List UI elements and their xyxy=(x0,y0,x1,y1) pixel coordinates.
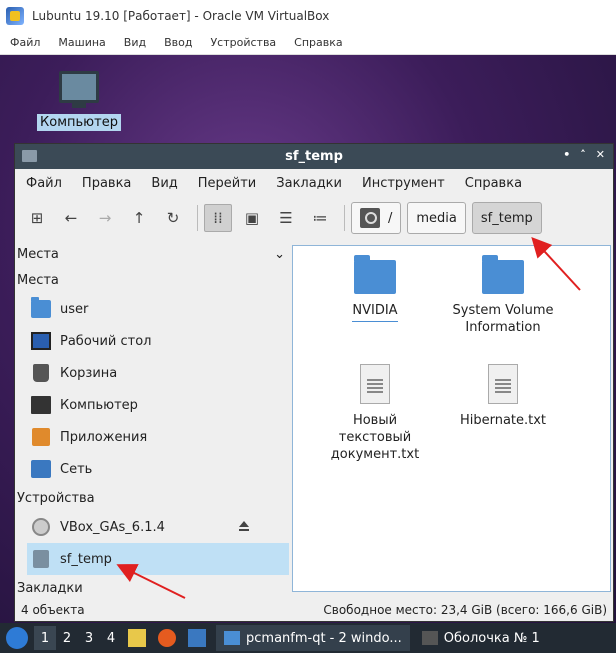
task-pcmanfm[interactable]: pcmanfm-qt - 2 windo... xyxy=(216,625,410,651)
drive-icon xyxy=(33,550,49,568)
sidebar-item-vbox-gas[interactable]: VBox_GAs_6.1.4 xyxy=(15,511,291,543)
host-title-bar: Lubuntu 19.10 [Работает] - Oracle VM Vir… xyxy=(0,0,616,31)
computer-monitor-icon xyxy=(59,71,99,103)
file-manager-window: sf_temp • ˄ ✕ Файл Правка Вид Перейти За… xyxy=(14,143,614,622)
window-menu-bar: Файл Правка Вид Перейти Закладки Инструм… xyxy=(15,169,613,197)
close-icon[interactable]: ✕ xyxy=(596,148,605,161)
desktop-computer-shortcut[interactable]: Компьютер xyxy=(36,71,122,131)
back-arrow-icon[interactable]: ← xyxy=(57,204,85,232)
host-window-title: Lubuntu 19.10 [Работает] - Oracle VM Vir… xyxy=(32,8,330,23)
menu-view[interactable]: Вид xyxy=(151,176,177,191)
file-item[interactable]: NVIDIA xyxy=(305,255,445,322)
window-title: sf_temp xyxy=(285,149,343,164)
menu-bookmarks[interactable]: Закладки xyxy=(276,176,342,191)
window-title-bar[interactable]: sf_temp • ˄ ✕ xyxy=(15,144,613,169)
sidebar-item-computer[interactable]: Компьютер xyxy=(15,389,291,421)
sidebar-item-desktop[interactable]: Рабочий стол xyxy=(15,325,291,357)
minimize-icon[interactable]: • xyxy=(563,148,570,161)
file-name: NVIDIA xyxy=(352,302,398,322)
drive-root-icon xyxy=(360,208,380,228)
file-name: Hibernate.txt xyxy=(459,413,547,428)
text-file-icon xyxy=(488,364,518,404)
section-bookmarks: Закладки xyxy=(17,580,83,596)
file-item[interactable]: Hibernate.txt xyxy=(433,364,573,429)
folder-icon xyxy=(22,150,37,162)
host-menu-help[interactable]: Справка xyxy=(294,36,342,49)
file-name: Новый текстовый документ.txt xyxy=(330,413,420,462)
host-menu-input[interactable]: Ввод xyxy=(164,36,192,49)
host-menu-bar: Файл Машина Вид Ввод Устройства Справка xyxy=(0,31,616,55)
workspace-4[interactable]: 4 xyxy=(100,626,122,650)
status-bar: 4 объекта Свободное место: 23,4 GiB (все… xyxy=(15,599,613,621)
folder-icon xyxy=(482,255,524,294)
menu-file[interactable]: Файл xyxy=(26,176,62,191)
firefox-icon[interactable] xyxy=(158,629,176,647)
section-devices: Устройства xyxy=(17,490,95,506)
chevron-down-icon: ⌄ xyxy=(274,246,285,262)
trash-icon xyxy=(33,364,49,382)
file-name: System Volume Information xyxy=(452,303,554,335)
forward-arrow-icon[interactable]: → xyxy=(91,204,119,232)
section-places: Места xyxy=(17,272,59,288)
maximize-icon[interactable]: ˄ xyxy=(580,148,586,161)
applications-icon xyxy=(32,428,50,446)
network-icon xyxy=(31,460,51,478)
sidebar-mode-select[interactable]: Места ⌄ xyxy=(15,241,291,267)
icon-view-icon[interactable]: ⁞⁞ xyxy=(204,204,232,232)
sidebar-item-network[interactable]: Сеть xyxy=(15,453,291,485)
host-menu-view[interactable]: Вид xyxy=(124,36,146,49)
host-menu-file[interactable]: Файл xyxy=(10,36,40,49)
show-desktop-icon[interactable] xyxy=(188,629,206,647)
sidebar: Места ⌄ Места user Рабочий стол Корзина … xyxy=(15,241,291,601)
computer-icon xyxy=(31,396,51,414)
sidebar-item-sf-temp[interactable]: sf_temp xyxy=(27,543,289,575)
thumbnail-view-icon[interactable]: ▣ xyxy=(238,204,266,232)
host-menu-machine[interactable]: Машина xyxy=(58,36,105,49)
workspace-1[interactable]: 1 xyxy=(34,626,56,650)
cdrom-icon xyxy=(32,518,50,536)
sidebar-item-applications[interactable]: Приложения xyxy=(15,421,291,453)
host-menu-devices[interactable]: Устройства xyxy=(210,36,276,49)
desktop-icon-label: Компьютер xyxy=(37,114,121,131)
item-count: 4 объекта xyxy=(21,603,85,617)
text-file-icon xyxy=(360,364,390,404)
home-folder-icon xyxy=(31,297,51,318)
reload-icon[interactable]: ↻ xyxy=(159,204,187,232)
menu-help[interactable]: Справка xyxy=(465,176,522,191)
folder-icon xyxy=(224,631,240,645)
detailed-list-icon[interactable]: ≔ xyxy=(306,204,334,232)
breadcrumb-media[interactable]: media xyxy=(407,202,466,234)
new-tab-icon[interactable]: ⊞ xyxy=(23,204,51,232)
workspace-3[interactable]: 3 xyxy=(78,626,100,650)
virtualbox-logo-icon xyxy=(6,6,24,25)
menu-tools[interactable]: Инструмент xyxy=(362,176,445,191)
menu-edit[interactable]: Правка xyxy=(82,176,131,191)
toolbar: ⊞ ← → ↑ ↻ ⁞⁞ ▣ ☰ ≔ / media sf_temp xyxy=(15,197,613,239)
sidebar-item-trash[interactable]: Корзина xyxy=(15,357,291,389)
file-manager-launcher-icon[interactable] xyxy=(128,629,146,647)
file-item[interactable]: Новый текстовый документ.txt xyxy=(305,364,445,463)
file-item[interactable]: System Volume Information xyxy=(433,255,573,336)
up-arrow-icon[interactable]: ↑ xyxy=(125,204,153,232)
file-view[interactable]: NVIDIA System Volume Information Новый т… xyxy=(292,245,611,592)
workspace-2[interactable]: 2 xyxy=(56,626,78,650)
compact-view-icon[interactable]: ☰ xyxy=(272,204,300,232)
breadcrumb-root[interactable]: / xyxy=(351,202,402,234)
folder-icon xyxy=(354,255,396,294)
breadcrumb-sf-temp[interactable]: sf_temp xyxy=(471,202,542,234)
free-space: Свободное место: 23,4 GiB (всего: 166,6 … xyxy=(323,603,607,617)
lubuntu-menu-icon[interactable] xyxy=(6,627,28,649)
taskbar: 1 2 3 4 pcmanfm-qt - 2 windo... Оболочка… xyxy=(0,623,616,653)
sidebar-item-user[interactable]: user xyxy=(15,293,291,325)
terminal-icon xyxy=(421,631,438,645)
desktop-icon xyxy=(31,332,51,350)
eject-icon[interactable] xyxy=(239,521,249,531)
menu-go[interactable]: Перейти xyxy=(198,176,257,191)
task-terminal[interactable]: Оболочка № 1 xyxy=(414,625,548,651)
